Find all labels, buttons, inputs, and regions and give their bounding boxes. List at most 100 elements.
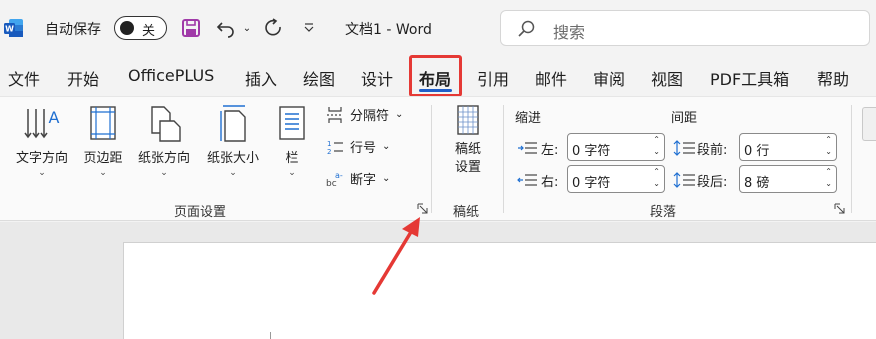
breaks-icon <box>327 106 343 123</box>
chevron-down-icon: ⌄ <box>395 109 404 120</box>
spin-down-icon[interactable]: ⌄ <box>825 147 832 156</box>
spacing-after-value: 8 磅 <box>744 176 770 191</box>
line-numbers-label: 行号 <box>350 141 377 156</box>
svg-text:bc: bc <box>326 179 337 188</box>
indent-left-input[interactable]: 0 字符 ⌃ ⌄ <box>567 133 665 161</box>
orientation-icon <box>151 106 181 142</box>
indent-left-label: 左: <box>541 143 559 158</box>
spacing-before-value: 0 行 <box>744 144 770 159</box>
undo-dropdown-icon[interactable]: ⌄ <box>240 16 254 40</box>
group-separator <box>851 105 852 213</box>
svg-text:a-: a- <box>335 171 343 180</box>
chevron-down-icon: ⌄ <box>99 168 107 178</box>
document-page[interactable] <box>123 242 876 339</box>
indent-right-value: 0 字符 <box>572 176 611 191</box>
manuscript-label-line2: 设置 <box>454 160 481 175</box>
tab-help[interactable]: 帮助 <box>817 66 849 90</box>
arrange-group-partial-icon[interactable] <box>862 107 876 141</box>
spin-up-icon[interactable]: ⌃ <box>653 135 660 144</box>
search-placeholder: 搜索 <box>553 23 586 42</box>
spacing-after-label: 段后: <box>697 175 728 190</box>
spin-up-icon[interactable]: ⌃ <box>653 167 660 176</box>
chevron-down-icon: ⌄ <box>38 168 46 178</box>
spacing-before-label: 段前: <box>697 143 728 158</box>
text-cursor <box>270 332 271 339</box>
tab-references[interactable]: 引用 <box>477 66 509 90</box>
annotation-highlight-box <box>409 55 462 97</box>
tab-design[interactable]: 设计 <box>361 66 393 90</box>
toggle-knob <box>120 21 134 35</box>
chevron-down-icon: ⌄ <box>288 168 296 178</box>
margins-icon <box>90 106 116 140</box>
line-numbers-button[interactable]: 12 行号 ⌄ <box>326 137 391 157</box>
indent-right-label: 右: <box>541 175 559 190</box>
tab-officeplus[interactable]: OfficePLUS <box>128 66 214 85</box>
title-bar: W 自动保存 关 ⌄ 文档1 - Word 搜索 <box>0 0 876 56</box>
chevron-down-icon: ⌄ <box>382 141 391 152</box>
search-box[interactable]: 搜索 <box>500 10 870 46</box>
svg-text:1: 1 <box>327 140 331 148</box>
indent-left-value: 0 字符 <box>572 144 611 159</box>
tab-file[interactable]: 文件 <box>8 66 40 90</box>
margins-label: 页边距 <box>83 151 123 166</box>
tab-review[interactable]: 审阅 <box>593 66 625 90</box>
page-setup-group-label: 页面设置 <box>174 205 227 220</box>
manuscript-group-label: 稿纸 <box>453 205 480 220</box>
annotation-arrow-icon <box>372 217 420 295</box>
columns-button[interactable]: 栏 ⌄ <box>272 103 312 178</box>
breaks-button[interactable]: 分隔符 ⌄ <box>326 105 403 124</box>
text-direction-label: 文字方向 <box>15 151 68 166</box>
tab-view[interactable]: 视图 <box>651 66 683 90</box>
spacing-title: 间距 <box>671 111 698 126</box>
line-numbers-icon: 12 <box>327 140 343 156</box>
undo-icon[interactable] <box>214 16 238 40</box>
paragraph-group-label: 段落 <box>650 205 677 220</box>
indent-left-icon <box>518 142 537 154</box>
spin-down-icon[interactable]: ⌄ <box>653 179 660 188</box>
columns-icon <box>279 106 305 140</box>
redo-icon[interactable] <box>260 16 286 40</box>
manuscript-settings-button[interactable]: 稿纸 设置 <box>446 103 490 177</box>
tab-insert[interactable]: 插入 <box>245 66 277 90</box>
customize-toolbar-icon[interactable] <box>300 16 318 40</box>
search-icon <box>518 20 535 37</box>
spin-up-icon[interactable]: ⌃ <box>825 167 832 176</box>
tab-home[interactable]: 开始 <box>67 66 99 90</box>
svg-text:W: W <box>5 25 14 34</box>
hyphenation-icon: bca- <box>326 171 343 188</box>
columns-label: 栏 <box>285 151 299 166</box>
indent-right-icon <box>517 174 537 186</box>
tab-mailings[interactable]: 邮件 <box>535 66 567 90</box>
spacing-after-icon <box>673 172 695 188</box>
autosave-toggle[interactable]: 关 <box>114 16 167 40</box>
chevron-down-icon: ⌄ <box>160 168 168 178</box>
save-icon[interactable] <box>178 16 204 40</box>
spacing-before-input[interactable]: 0 行 ⌃ ⌄ <box>739 133 837 161</box>
text-direction-button[interactable]: A 文字方向 ⌄ <box>10 103 74 178</box>
spin-up-icon[interactable]: ⌃ <box>825 135 832 144</box>
indent-right-input[interactable]: 0 字符 ⌃ ⌄ <box>567 165 665 193</box>
size-button[interactable]: 纸张大小 ⌄ <box>200 103 266 178</box>
word-logo-icon: W <box>4 19 23 37</box>
manuscript-icon <box>457 105 479 135</box>
chevron-down-icon: ⌄ <box>229 168 237 178</box>
text-direction-icon: A <box>24 108 60 139</box>
chevron-down-icon: ⌄ <box>382 173 391 184</box>
breaks-label: 分隔符 <box>350 109 390 124</box>
indent-title: 缩进 <box>515 111 542 126</box>
orientation-button[interactable]: 纸张方向 ⌄ <box>132 103 196 178</box>
size-label: 纸张大小 <box>206 151 259 166</box>
spacing-after-input[interactable]: 8 磅 ⌃ ⌄ <box>739 165 837 193</box>
spacing-before-icon <box>673 140 695 156</box>
hyphenation-button[interactable]: bc a- 断字 ⌄ <box>326 169 391 189</box>
autosave-state: 关 <box>142 24 156 39</box>
hyphenation-label: 断字 <box>350 173 377 188</box>
tab-draw[interactable]: 绘图 <box>303 66 335 90</box>
autosave-label: 自动保存 <box>45 22 101 38</box>
margins-button[interactable]: 页边距 ⌄ <box>78 103 128 178</box>
spin-down-icon[interactable]: ⌄ <box>653 147 660 156</box>
tab-pdf-toolbox[interactable]: PDF工具箱 <box>710 66 789 90</box>
paragraph-dialog-launcher-icon[interactable] <box>834 203 845 214</box>
orientation-label: 纸张方向 <box>137 151 190 166</box>
spin-down-icon[interactable]: ⌄ <box>825 179 832 188</box>
